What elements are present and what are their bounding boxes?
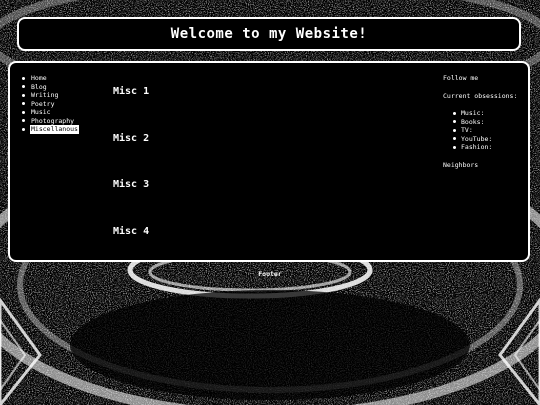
obsession-youtube: YouTube: [453, 135, 525, 144]
sidebar-nav: Home Blog Writing Poetry Music Photograp… [22, 74, 79, 134]
right-sidebar: Follow me Current obsessions: Music: Boo… [443, 74, 525, 169]
nav-item-blog[interactable]: Blog [22, 83, 79, 92]
section-heading-misc-2: Misc 2 [113, 132, 150, 144]
obsession-fashion: Fashion: [453, 143, 525, 152]
nav-item-photography[interactable]: Photography [22, 117, 79, 126]
site-footer: Footer [258, 270, 282, 278]
nav-item-poetry[interactable]: Poetry [22, 100, 79, 109]
site-header: Welcome to my Website! [17, 17, 521, 51]
section-heading-misc-3: Misc 3 [113, 179, 150, 191]
obsession-music: Music: [453, 109, 525, 118]
obsession-books: Books: [453, 118, 525, 127]
site-title: Welcome to my Website! [170, 26, 368, 42]
nav-item-home[interactable]: Home [22, 74, 79, 83]
nav-item-miscellaneous[interactable]: Miscellanous [22, 125, 79, 134]
obsessions-heading: Current obsessions: [443, 91, 518, 100]
section-heading-misc-4: Misc 4 [113, 226, 150, 238]
obsessions-list: Music: Books: TV: YouTube: Fashion: [443, 109, 525, 152]
neighbors-heading: Neighbors [443, 160, 479, 169]
nav-item-writing[interactable]: Writing [22, 91, 79, 100]
nav-item-music[interactable]: Music [22, 108, 79, 117]
content-area: Misc 1 Misc 2 Misc 3 Misc 4 [113, 84, 149, 271]
follow-me-link[interactable]: Follow me [443, 74, 525, 83]
obsession-tv: TV: [453, 126, 525, 135]
section-heading-misc-1: Misc 1 [113, 86, 150, 97]
